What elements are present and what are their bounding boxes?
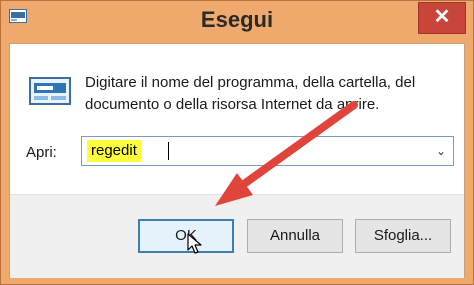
mouse-pointer-icon xyxy=(187,233,203,255)
open-input-value[interactable]: regedit xyxy=(87,140,141,162)
window-title: Esegui xyxy=(200,7,274,32)
dialog-description: Digitare il nome del programma, della ca… xyxy=(85,74,416,113)
ok-button[interactable]: OK xyxy=(138,219,234,253)
text-caret xyxy=(168,142,169,160)
title-bar[interactable]: Esegui ✕ xyxy=(1,1,473,43)
run-dialog-window: Esegui ✕ Digitare il nome del programma,… xyxy=(0,0,474,285)
chevron-down-icon[interactable]: ⌄ xyxy=(433,141,449,161)
dialog-body: Digitare il nome del programma, della ca… xyxy=(9,43,465,278)
open-label: Apri: xyxy=(26,144,57,161)
cancel-button[interactable]: Annulla xyxy=(247,219,343,253)
close-icon: ✕ xyxy=(433,6,451,28)
close-button[interactable]: ✕ xyxy=(418,2,466,34)
browse-button[interactable]: Sfoglia... xyxy=(355,219,451,253)
run-program-icon xyxy=(29,77,71,105)
open-combobox[interactable]: regedit ⌄ xyxy=(81,136,454,166)
